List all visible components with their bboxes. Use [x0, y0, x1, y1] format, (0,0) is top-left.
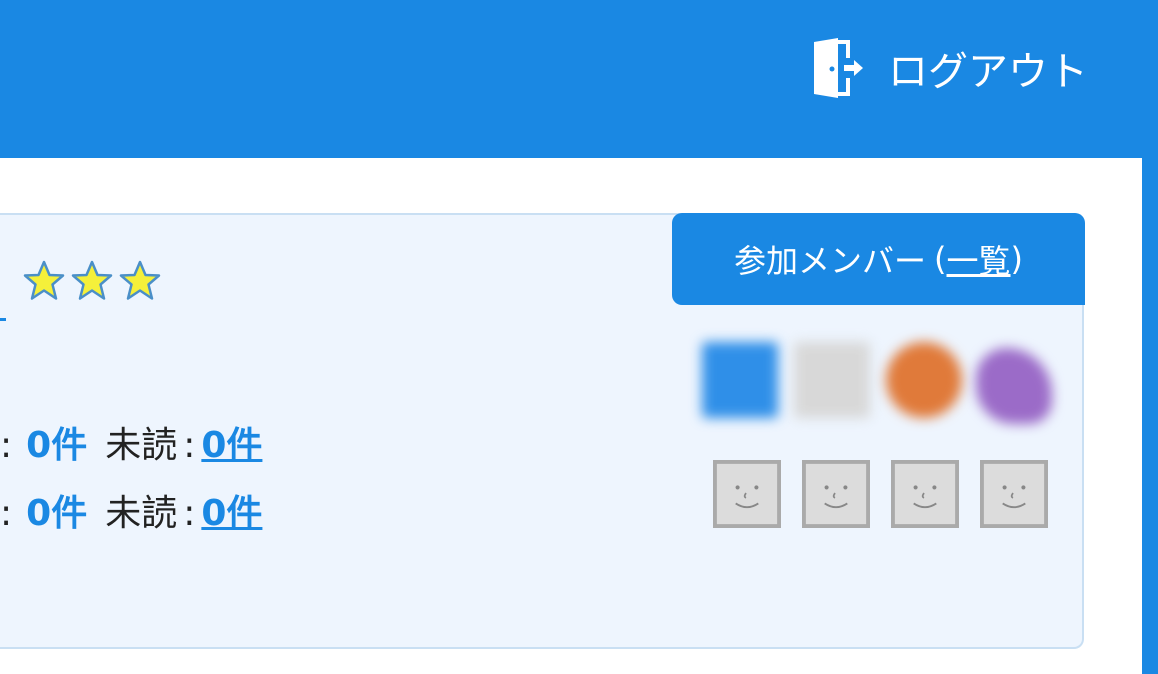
members-list-tab[interactable]: 参加メンバー ( 一覧 )	[672, 213, 1085, 305]
member-avatar[interactable]	[702, 342, 778, 418]
rating-stars	[22, 259, 162, 303]
unread-count-link[interactable]: 0件	[201, 424, 262, 468]
members-tab-open-paren: (	[934, 240, 947, 278]
message-stat-row: : 0件 未読 : 0件	[0, 424, 262, 468]
star-icon	[23, 260, 65, 300]
smiley-face-icon[interactable]	[802, 460, 870, 528]
members-list-link[interactable]: 一覧	[947, 236, 1011, 282]
member-avatar[interactable]	[794, 342, 870, 418]
logout-label: ログアウト	[888, 49, 1088, 95]
default-avatars	[713, 460, 1048, 528]
unread-label: 未読	[105, 425, 178, 466]
title-underline-fragment	[0, 318, 6, 321]
unread-colon: :	[183, 493, 196, 534]
smiley-face-icon[interactable]	[713, 460, 781, 528]
members-tab-label: 参加メンバー	[734, 242, 927, 280]
smiley-face-icon[interactable]	[980, 460, 1048, 528]
unread-label: 未読	[105, 493, 178, 534]
logout-button[interactable]: ログアウト	[808, 36, 1088, 100]
door-exit-icon	[814, 38, 863, 98]
member-avatar[interactable]	[886, 342, 962, 418]
stat-count: 0件	[26, 493, 88, 534]
member-avatar[interactable]	[976, 348, 1052, 424]
unread-count-link[interactable]: 0件	[201, 492, 262, 536]
unread-colon: :	[183, 425, 196, 466]
stat-colon: :	[0, 493, 13, 534]
members-tab-close-paren: )	[1010, 240, 1023, 278]
member-avatars-blurred	[688, 330, 1056, 426]
stat-colon: :	[0, 425, 13, 466]
smiley-face-icon[interactable]	[891, 460, 959, 528]
right-edge-strip	[1142, 158, 1158, 674]
stat-count: 0件	[26, 425, 88, 466]
star-icon	[119, 260, 161, 300]
message-stat-row: : 0件 未読 : 0件	[0, 492, 262, 536]
star-icon	[71, 260, 113, 300]
